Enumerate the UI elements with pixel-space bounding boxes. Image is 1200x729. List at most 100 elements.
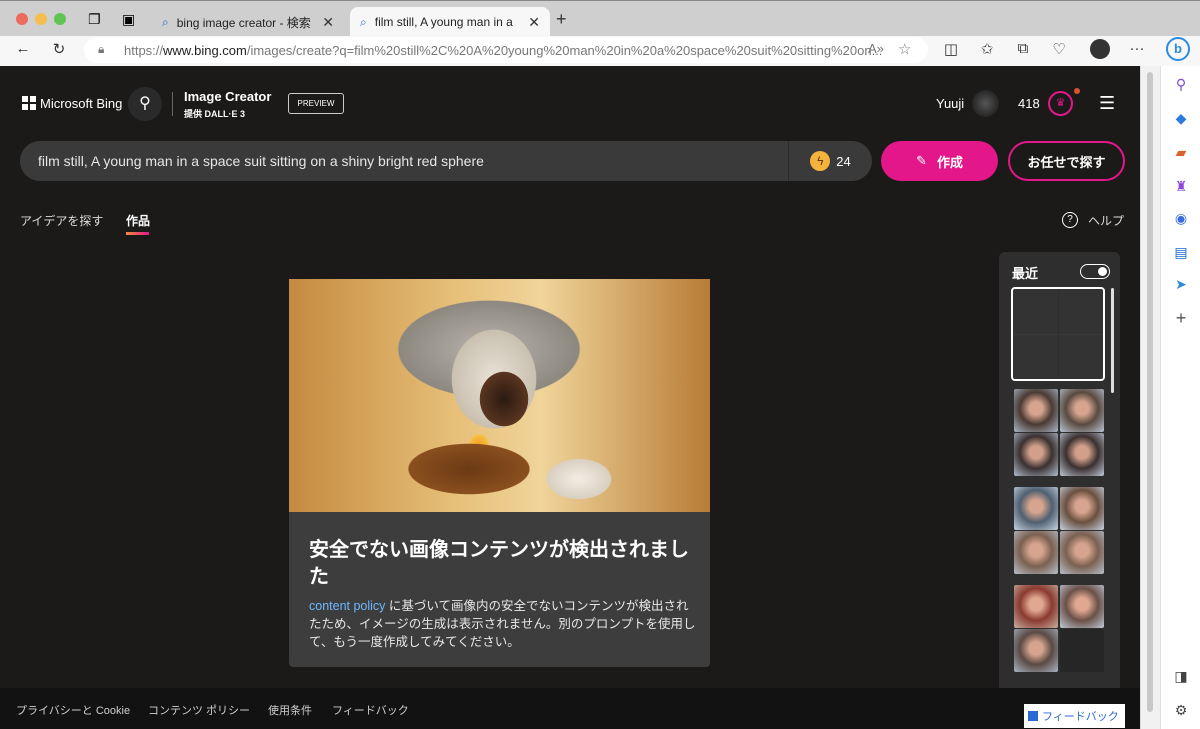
- close-tab-icon[interactable]: ✕: [322, 14, 334, 31]
- minimize-window-button[interactable]: [35, 13, 47, 25]
- page-scrollbar[interactable]: [1140, 66, 1160, 729]
- browser-toolbar: ← ↻ 🔒︎ https://www.bing.com/images/creat…: [0, 36, 1200, 66]
- search-icon: ⌕: [162, 14, 169, 29]
- recent-thumbnail[interactable]: [1014, 585, 1058, 628]
- tab-search[interactable]: ⌕ bing image creator - 検索 ✕: [152, 7, 344, 37]
- tab-label: bing image creator - 検索: [176, 15, 311, 30]
- preview-badge: PREVIEW: [288, 93, 344, 114]
- favorite-star-icon[interactable]: ☆: [898, 40, 911, 58]
- recent-toggle[interactable]: [1080, 264, 1110, 279]
- microsoft365-icon[interactable]: ◉: [1171, 208, 1191, 228]
- recent-thumbnail-empty: [1060, 629, 1104, 672]
- url-prefix: https://: [124, 42, 164, 58]
- generated-image[interactable]: [289, 279, 710, 512]
- tab-actions-icon[interactable]: ▣: [122, 11, 135, 28]
- recent-thumbnail[interactable]: [1060, 433, 1104, 476]
- notification-dot: [1074, 88, 1080, 94]
- tab-label: film still, A young man in a spac: [374, 15, 515, 29]
- close-window-button[interactable]: [16, 13, 28, 25]
- recent-thumbnail[interactable]: [1014, 389, 1058, 432]
- tab-bar: ❐ ▣ ⌕ bing image creator - 検索 ✕ ⌕ film stil…: [0, 0, 1200, 37]
- drop-send-icon[interactable]: ➤: [1171, 274, 1191, 294]
- result-card: 安全でない画像コンテンツが検出されました content policy に基づい…: [289, 279, 710, 667]
- tab-explore-ideas[interactable]: アイデアを探す: [20, 212, 103, 229]
- outlook-icon[interactable]: ▤: [1171, 242, 1191, 262]
- feedback-link[interactable]: フィードバック: [332, 702, 409, 718]
- close-tab-icon[interactable]: ✕: [528, 14, 540, 31]
- recent-thumbnail[interactable]: [1060, 389, 1104, 432]
- lock-icon: 🔒︎: [98, 42, 105, 56]
- new-tab-button[interactable]: +: [556, 9, 567, 30]
- address-bar[interactable]: 🔒︎ https://www.bing.com/images/create?q=…: [84, 37, 928, 63]
- feedback-button[interactable]: フィードバック: [1024, 704, 1125, 728]
- shopping-tag-icon[interactable]: ◆: [1171, 108, 1191, 128]
- boost-coin-icon: ϟ: [810, 151, 831, 171]
- split-screen-icon[interactable]: ◫: [940, 40, 962, 58]
- content-policy-footer-link[interactable]: コンテンツ ポリシー: [148, 702, 250, 718]
- tab-creations[interactable]: 作品: [126, 212, 150, 229]
- tools-briefcase-icon[interactable]: ▰: [1171, 142, 1191, 162]
- recent-scrollbar[interactable]: [1111, 288, 1114, 393]
- back-icon[interactable]: ←: [12, 40, 34, 57]
- user-avatar[interactable]: [972, 90, 999, 117]
- create-label: 作成: [936, 154, 963, 170]
- recent-thumbnail[interactable]: [1014, 531, 1058, 574]
- copilot-icon[interactable]: b: [1166, 37, 1190, 61]
- more-icon[interactable]: ···: [1126, 40, 1148, 57]
- prompt-text: film still, A young man in a space suit …: [38, 153, 484, 169]
- help-link[interactable]: ヘルプ: [1088, 212, 1124, 229]
- maximize-window-button[interactable]: [54, 13, 66, 25]
- feedback-button-label: フィードバック: [1042, 711, 1119, 723]
- app-subtitle: 提供 DALL·E 3: [184, 109, 246, 119]
- games-chess-icon[interactable]: ♜: [1171, 176, 1191, 196]
- active-tab-underline: [126, 232, 149, 235]
- recent-thumbnail[interactable]: [1014, 433, 1058, 476]
- terms-link[interactable]: 使用条件: [268, 702, 312, 718]
- boost-counter[interactable]: ϟ 24: [788, 141, 872, 181]
- browser-essentials-icon[interactable]: ♡: [1048, 40, 1070, 58]
- bing-logo[interactable]: Microsoft Bing: [40, 96, 122, 111]
- search-icon[interactable]: ⚲: [128, 87, 162, 121]
- favorites-icon[interactable]: ✩: [976, 40, 998, 58]
- privacy-link[interactable]: プライバシーと Cookie: [16, 702, 130, 718]
- create-image-icon: ✎: [916, 153, 927, 168]
- collections-icon[interactable]: ⧉: [1012, 40, 1034, 57]
- content-policy-link[interactable]: content policy: [309, 599, 385, 613]
- help-icon[interactable]: ?: [1062, 212, 1078, 228]
- profile-avatar[interactable]: [1090, 39, 1110, 59]
- unsafe-content-message: content policy に基づいて画像内の安全でないコンテンツが検出された…: [309, 597, 701, 651]
- rewards-points[interactable]: 418: [1018, 96, 1040, 111]
- sidebar-settings-icon[interactable]: ⚙: [1171, 700, 1191, 720]
- recent-item-selected[interactable]: [1011, 287, 1105, 381]
- tab-active[interactable]: ⌕ film still, A young man in a spac ✕: [350, 7, 550, 37]
- unsafe-content-title: 安全でない画像コンテンツが検出されました: [309, 539, 689, 588]
- recent-thumbnail[interactable]: [1014, 487, 1058, 530]
- hide-sidebar-icon[interactable]: ◨: [1171, 666, 1191, 686]
- microsoft-logo-icon: [22, 96, 36, 110]
- read-aloud-icon[interactable]: A»: [868, 41, 884, 56]
- hamburger-menu-icon[interactable]: ☰: [1099, 93, 1115, 114]
- footer: プライバシーと Cookie コンテンツ ポリシー 使用条件 フィードバック フ…: [0, 688, 1140, 729]
- recent-thumbnail[interactable]: [1014, 629, 1058, 672]
- add-sidebar-app-icon[interactable]: +: [1171, 308, 1191, 328]
- divider: [172, 92, 173, 116]
- workspaces-icon[interactable]: ❐: [88, 11, 101, 28]
- rewards-trophy-icon[interactable]: ♛: [1048, 91, 1073, 116]
- edge-sidebar: ⚲ ◆ ▰ ♜ ◉ ▤ ➤ + ◨ ⚙: [1160, 66, 1200, 729]
- surprise-label: お任せで探す: [1027, 154, 1106, 170]
- url-domain: www.bing.com: [163, 42, 247, 58]
- boost-count: 24: [836, 153, 851, 169]
- create-button[interactable]: ✎ 作成: [881, 141, 998, 181]
- url-path: /images/create?q=film%20still%2C%20A%20y…: [246, 42, 883, 58]
- surprise-me-button[interactable]: お任せで探す: [1008, 141, 1125, 181]
- sidebar-search-icon[interactable]: ⚲: [1171, 74, 1191, 94]
- user-name[interactable]: Yuuji: [936, 96, 964, 111]
- search-icon: ⌕: [360, 14, 367, 29]
- refresh-icon[interactable]: ↻: [48, 40, 70, 58]
- recent-thumbnail[interactable]: [1060, 585, 1104, 628]
- recent-thumbnail[interactable]: [1060, 487, 1104, 530]
- prompt-input[interactable]: film still, A young man in a space suit …: [20, 141, 872, 181]
- recent-thumbnail[interactable]: [1060, 531, 1104, 574]
- app-title[interactable]: Image Creator: [184, 89, 271, 104]
- recent-label: 最近: [1012, 266, 1039, 281]
